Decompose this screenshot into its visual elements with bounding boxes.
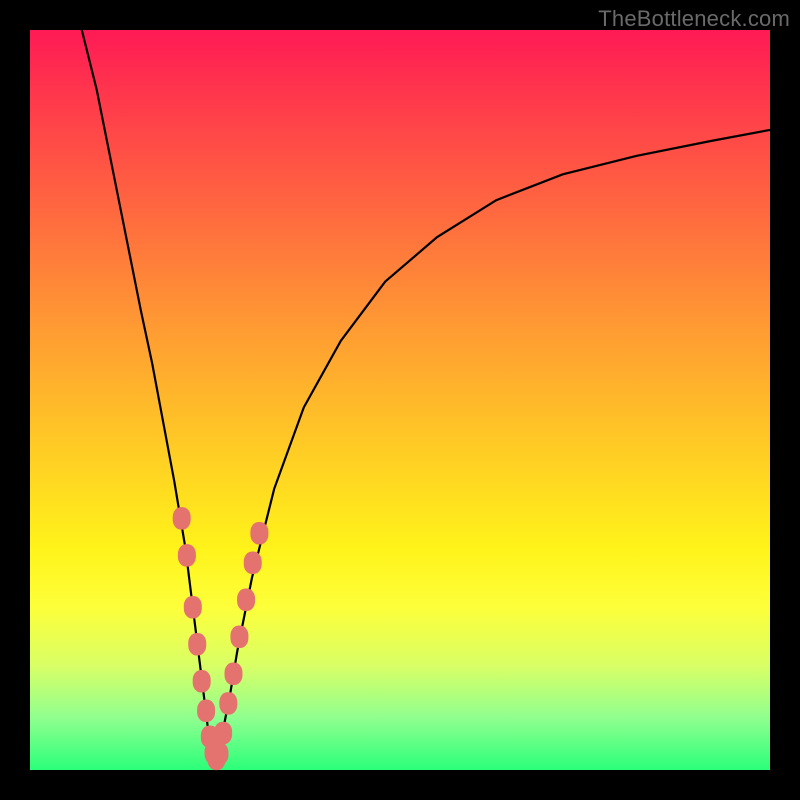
- data-marker: [188, 633, 206, 656]
- data-marker: [225, 663, 243, 686]
- chart-frame: TheBottleneck.com: [0, 0, 800, 800]
- data-marker: [184, 596, 202, 619]
- data-marker: [219, 692, 237, 715]
- data-marker: [250, 522, 268, 545]
- data-marker: [214, 722, 232, 745]
- data-marker: [237, 589, 255, 612]
- curve-right-branch: [219, 130, 770, 755]
- chart-svg: [30, 30, 770, 770]
- plot-area: [30, 30, 770, 770]
- data-marker: [230, 626, 248, 649]
- data-marker: [173, 507, 191, 530]
- data-marker: [178, 544, 196, 567]
- watermark-text: TheBottleneck.com: [598, 6, 790, 32]
- data-marker: [193, 670, 211, 693]
- marker-layer: [173, 507, 269, 770]
- data-marker: [244, 552, 262, 575]
- data-marker: [197, 700, 215, 723]
- data-marker: [210, 742, 228, 765]
